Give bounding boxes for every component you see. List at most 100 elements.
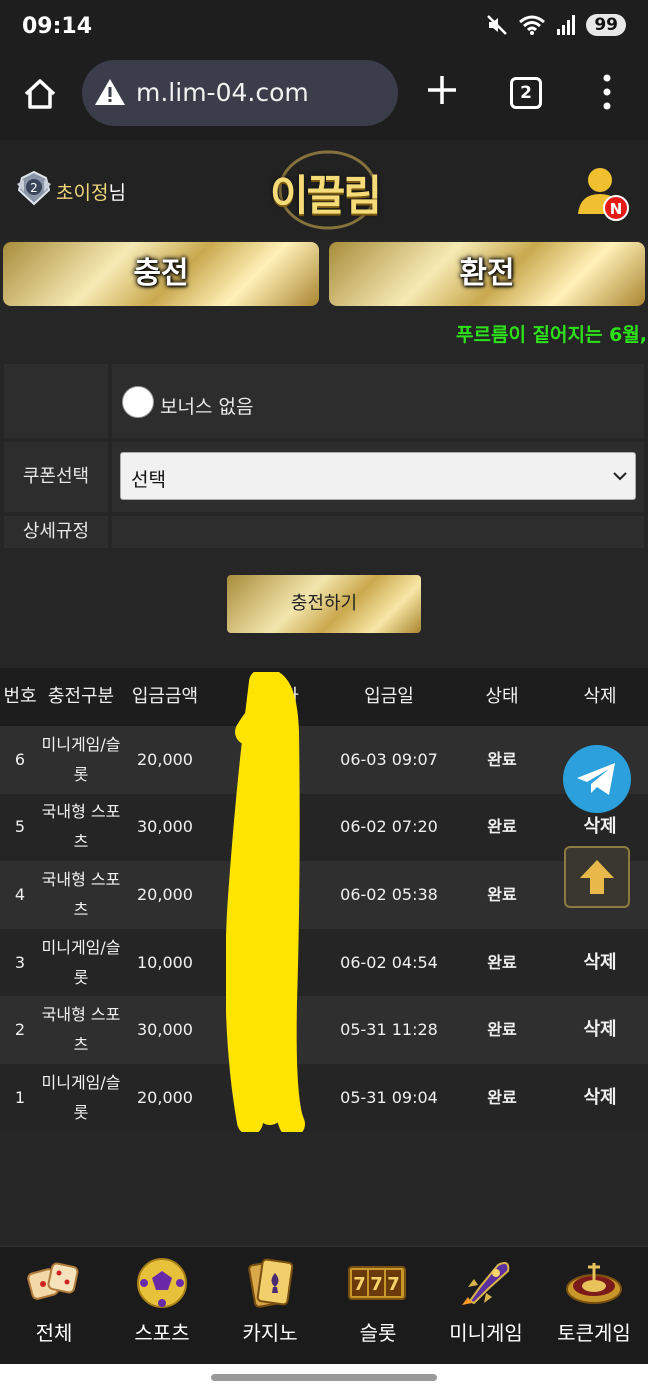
nav-item-minigame[interactable]: 미니게임 [432, 1247, 540, 1365]
row-date: 05-31 11:28 [340, 1020, 438, 1040]
bonus-none-radio[interactable] [122, 386, 154, 418]
row-type-line1: 국내형 스포 [41, 1005, 121, 1025]
svg-text:7: 7 [387, 1274, 400, 1295]
row-no: 5 [14, 817, 26, 837]
row-status: 완료 [487, 749, 517, 769]
row-date: 06-03 09:07 [340, 749, 438, 769]
row-type: 국내형 스포츠 [36, 794, 126, 862]
telegram-icon [577, 763, 615, 795]
row-type: 미니게임/슬롯 [36, 929, 126, 997]
nav-item-slot[interactable]: 7 7 7 슬롯 [324, 1247, 432, 1365]
row-type-line1: 미니게임/슬 [41, 937, 121, 957]
row-type-line1: 국내형 스포 [41, 802, 121, 822]
rank-badge-icon: 2 [17, 170, 51, 206]
nav-item-casino[interactable]: 카지노 [216, 1247, 324, 1365]
row-type: 국내형 스포츠 [36, 996, 126, 1064]
new-tab-icon[interactable] [424, 72, 460, 108]
coupon-select[interactable]: 선택 [120, 452, 636, 500]
row-date: 05-31 09:04 [340, 1087, 438, 1107]
row-date: 06-02 07:20 [340, 817, 438, 837]
row-delete-button[interactable]: 삭제 [552, 1064, 648, 1132]
user-greeting[interactable]: 초이정님 [56, 178, 126, 205]
row-type-line2: 롯 [73, 764, 89, 784]
svg-text:2: 2 [30, 181, 38, 195]
nav-item-sports[interactable]: 스포츠 [108, 1247, 216, 1365]
notice-marquee: 푸르름이 짙어지는 6월, [456, 324, 647, 346]
wifi-icon [519, 15, 546, 35]
gesture-bar [0, 1364, 648, 1390]
battery-indicator: 99 [586, 14, 626, 36]
telegram-button[interactable] [563, 745, 631, 813]
row-delete-button[interactable]: 삭제 [552, 929, 648, 997]
deposit-tab-button[interactable]: 충전 [3, 242, 319, 306]
coupon-row: 쿠폰선택 선택 [4, 442, 644, 512]
dice-icon [27, 1262, 79, 1300]
rules-row: 상세규정 [4, 516, 644, 548]
row-type-line2: 츠 [73, 832, 89, 852]
warning-icon[interactable] [94, 77, 126, 107]
col-header-date: 입금일 [364, 686, 414, 707]
row-type-line2: 츠 [73, 1035, 89, 1055]
nav-label: 토큰게임 [557, 1321, 631, 1345]
row-type-line2: 츠 [73, 899, 89, 919]
table-row: 5 국내형 스포 츠 30,000 06-02 07:20 완료 삭제 [0, 793, 648, 862]
row-type-line2: 롯 [73, 967, 89, 987]
gesture-handle[interactable] [211, 1374, 437, 1381]
nav-item-token-game[interactable]: 토큰게임 [540, 1247, 648, 1365]
row-no: 3 [14, 952, 26, 972]
status-icons: 99 [486, 14, 626, 36]
nav-label: 카지노 [242, 1321, 298, 1345]
profile-notification-icon[interactable]: N [576, 164, 632, 222]
row-amount: 20,000 [137, 1087, 193, 1107]
playing-cards-icon [248, 1258, 294, 1308]
row-status: 완료 [487, 884, 517, 904]
soccer-ball-icon [137, 1258, 187, 1308]
scroll-top-button[interactable] [564, 846, 630, 908]
status-time: 09:14 [22, 14, 93, 39]
arrow-up-icon [580, 860, 614, 894]
user-suffix: 님 [108, 182, 126, 204]
coupon-select-value: 선택 [131, 469, 166, 491]
row-type-line1: 미니게임/슬 [41, 1072, 121, 1092]
nav-item-all[interactable]: 전체 [0, 1247, 108, 1365]
address-bar[interactable]: m.lim-04.com [82, 60, 398, 126]
home-icon[interactable] [20, 74, 60, 114]
row-delete-button[interactable]: 삭제 [552, 996, 648, 1064]
col-header-delete: 삭제 [583, 686, 617, 707]
mute-icon [487, 15, 508, 35]
submit-deposit-button[interactable]: 충전하기 [227, 575, 421, 633]
bonus-none-label[interactable]: 보너스 없음 [160, 392, 253, 419]
nav-label: 스포츠 [134, 1321, 190, 1345]
rules-label: 상세규정 [4, 516, 108, 548]
row-type-line1: 미니게임/슬 [41, 734, 121, 754]
rules-value-cell [112, 516, 644, 548]
more-menu-icon[interactable] [595, 70, 619, 114]
row-no: 1 [14, 1087, 26, 1107]
row-amount: 10,000 [137, 952, 193, 972]
browser-toolbar: m.lim-04.com 2 [0, 56, 648, 140]
nav-label: 슬롯 [359, 1321, 397, 1345]
row-status: 완료 [487, 1020, 517, 1040]
site-logo[interactable]: 이끌림 [260, 146, 390, 234]
withdraw-tab-button[interactable]: 환전 [329, 242, 645, 306]
coupon-value-cell: 선택 [112, 442, 644, 512]
row-no: 2 [14, 1020, 26, 1040]
redaction-scribble [226, 672, 305, 1132]
row-date: 06-02 04:54 [340, 952, 438, 972]
slot-777-icon: 7 7 7 [348, 1266, 406, 1300]
row-amount: 20,000 [137, 884, 193, 904]
url-text[interactable]: m.lim-04.com [136, 78, 309, 107]
table-row: 1 미니게임/슬 롯 20,000 05-31 09:04 완료 삭제 [0, 1063, 648, 1132]
table-row: 6 미니게임/슬 롯 20,000 06-03 09:07 완료 [0, 726, 648, 794]
deposit-history-table: 번호 충전구분 입금금액 입금자 입금일 상태 삭제 6 미니게임/슬 롯 20,… [0, 668, 648, 1132]
signal-icon [557, 15, 576, 35]
row-status: 완료 [487, 952, 517, 972]
table-header: 번호 충전구분 입금금액 입금자 입금일 상태 삭제 [0, 668, 648, 726]
tab-switcher-button[interactable]: 2 [510, 77, 542, 109]
row-type: 국내형 스포 츠 [36, 861, 126, 929]
user-nickname[interactable]: 초이정 [56, 182, 108, 204]
col-header-status: 상태 [485, 686, 519, 707]
rocket-icon [462, 1262, 510, 1305]
col-header-type: 충전구분 [47, 686, 115, 707]
row-amount: 30,000 [137, 817, 193, 837]
